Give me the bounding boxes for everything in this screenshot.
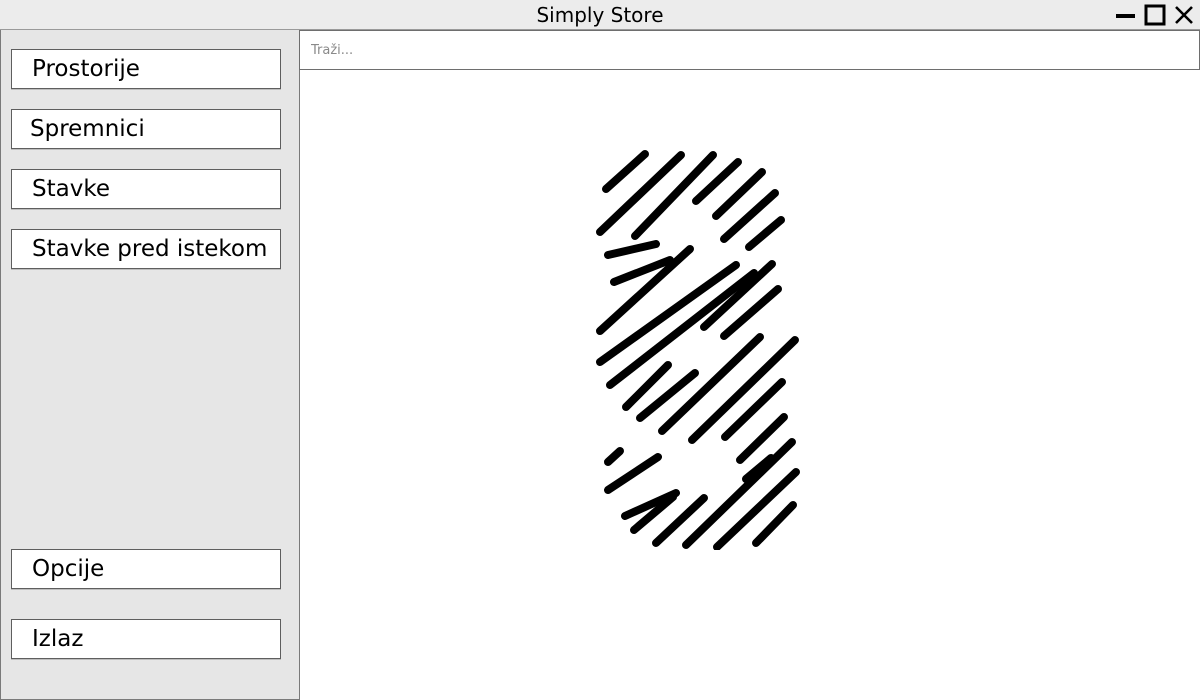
title-bar: Simply Store [0,0,1200,30]
search-input[interactable] [299,30,1200,70]
sidebar-item-prostorije[interactable]: Prostorije [11,49,281,89]
close-icon[interactable] [1172,4,1196,26]
sidebar: Prostorije Spremnici Stavke Stavke pred … [0,30,300,700]
window-title: Simply Store [536,3,664,27]
sidebar-item-spremnici[interactable]: Spremnici [11,109,281,149]
minimize-icon[interactable] [1114,4,1138,26]
sidebar-item-izlaz[interactable]: Izlaz [11,619,281,659]
sidebar-item-stavke[interactable]: Stavke [11,169,281,209]
maximize-icon[interactable] [1143,4,1167,26]
sidebar-item-stavke-pred-istekom[interactable]: Stavke pred istekom [11,229,281,269]
sidebar-item-opcije[interactable]: Opcije [11,549,281,589]
striped-s-logo-icon [590,145,805,551]
